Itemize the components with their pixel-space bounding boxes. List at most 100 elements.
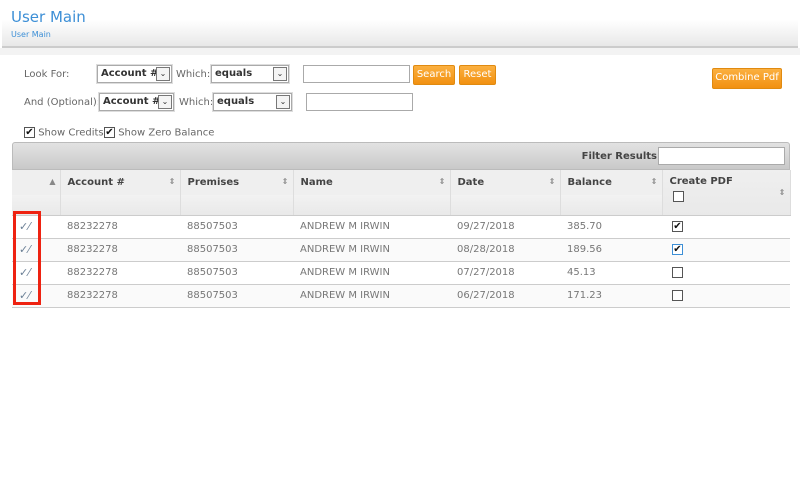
table-row[interactable]: ✓⁄ 88232278 88507503 ANDREW M IRWIN 08/2… xyxy=(12,238,790,262)
column-header-name[interactable]: Name ⇕ xyxy=(293,170,451,195)
view-document-icon[interactable]: ✓⁄ xyxy=(19,243,30,256)
balance-cell: 385.70 xyxy=(560,215,662,239)
chevron-down-icon: ⌄ xyxy=(276,95,290,109)
header-label: Premises xyxy=(187,177,240,188)
chevron-down-icon: ⌄ xyxy=(156,67,170,81)
premises-cell: 88507503 xyxy=(180,238,293,262)
create-pdf-cell xyxy=(662,261,790,285)
divider xyxy=(0,48,800,55)
show-zero-balance-option[interactable]: ✔ Show Zero Balance xyxy=(104,127,214,139)
show-credits-option[interactable]: ✔ Show Credits xyxy=(24,127,104,139)
create-pdf-checkbox[interactable]: ✔ xyxy=(672,220,683,232)
and-which-value: equals xyxy=(217,96,255,107)
name-cell: ANDREW M IRWIN xyxy=(293,238,450,262)
date-cell: 06/27/2018 xyxy=(450,284,560,308)
balance-cell: 189.56 xyxy=(560,238,662,262)
reset-button[interactable]: Reset xyxy=(459,65,496,85)
column-header-create-pdf[interactable]: Create PDF ⇕ xyxy=(662,170,791,216)
and-which-select[interactable]: equals ⌄ xyxy=(213,93,292,111)
view-cell[interactable]: ✓⁄ xyxy=(12,261,60,285)
look-for-select[interactable]: Account # ⌄ xyxy=(97,65,172,83)
premises-cell: 88507503 xyxy=(180,261,293,285)
filter-cell xyxy=(180,195,294,216)
account-cell: 88232278 xyxy=(60,261,180,285)
results-grid: Filter Results: ▲ Account # ⇕ Premises ⇕ N… xyxy=(12,142,791,308)
show-credits-label: Show Credits xyxy=(38,127,104,139)
balance-cell: 171.23 xyxy=(560,284,662,308)
premises-cell: 88507503 xyxy=(180,215,293,239)
name-cell: ANDREW M IRWIN xyxy=(293,284,450,308)
create-pdf-checkbox[interactable]: ✔ xyxy=(672,243,683,255)
filter-cell xyxy=(450,195,561,216)
account-cell: 88232278 xyxy=(60,284,180,308)
sort-asc-icon: ▲ xyxy=(49,177,56,186)
sort-icon: ⇕ xyxy=(438,177,446,186)
and-field-value: Account # xyxy=(103,96,161,107)
which-value: equals xyxy=(215,68,253,79)
name-cell: ANDREW M IRWIN xyxy=(293,261,450,285)
header-label: Date xyxy=(457,177,485,188)
and-optional-label: And (Optional): xyxy=(24,97,101,108)
create-pdf-cell xyxy=(662,284,790,308)
page-title: User Main xyxy=(11,8,86,26)
view-document-icon[interactable]: ✓⁄ xyxy=(19,266,30,279)
column-header-account[interactable]: Account # ⇕ xyxy=(60,170,181,195)
table-row[interactable]: ✓⁄ 88232278 88507503 ANDREW M IRWIN 06/2… xyxy=(12,284,790,308)
column-header-date[interactable]: Date ⇕ xyxy=(450,170,561,195)
chevron-down-icon: ⌄ xyxy=(273,67,287,81)
sort-icon: ⇕ xyxy=(650,177,658,186)
filter-cell xyxy=(60,195,181,216)
create-pdf-cell: ✔ xyxy=(662,238,790,262)
view-cell[interactable]: ✓⁄ xyxy=(12,284,60,308)
balance-cell: 45.13 xyxy=(560,261,662,285)
search-value-input[interactable] xyxy=(303,65,410,83)
date-cell: 09/27/2018 xyxy=(450,215,560,239)
create-pdf-cell: ✔ xyxy=(662,215,790,239)
view-document-icon[interactable]: ✓⁄ xyxy=(19,289,30,302)
show-zero-balance-checkbox[interactable]: ✔ xyxy=(104,127,115,138)
header-label: Name xyxy=(300,177,333,188)
date-cell: 07/27/2018 xyxy=(450,261,560,285)
sort-icon: ⇕ xyxy=(778,188,786,197)
and-value-input[interactable] xyxy=(306,93,413,111)
header-label: Account # xyxy=(67,177,125,188)
view-cell[interactable]: ✓⁄ xyxy=(12,215,60,239)
which-label: Which: xyxy=(176,69,211,80)
filter-cell xyxy=(12,195,61,216)
column-header-icon[interactable]: ▲ xyxy=(12,170,61,195)
account-cell: 88232278 xyxy=(60,215,180,239)
look-for-value: Account # xyxy=(101,68,159,79)
filter-results-input[interactable] xyxy=(658,147,785,165)
date-cell: 08/28/2018 xyxy=(450,238,560,262)
grid-toolbar: Filter Results: xyxy=(12,142,790,170)
search-button[interactable]: Search xyxy=(413,65,455,85)
column-header-balance[interactable]: Balance ⇕ xyxy=(560,170,663,195)
look-for-label: Look For: xyxy=(24,69,70,80)
and-field-select[interactable]: Account # ⌄ xyxy=(99,93,174,111)
sort-icon: ⇕ xyxy=(548,177,556,186)
select-all-pdf-checkbox[interactable] xyxy=(672,191,684,202)
premises-cell: 88507503 xyxy=(180,284,293,308)
account-cell: 88232278 xyxy=(60,238,180,262)
filter-cell xyxy=(560,195,663,216)
sort-icon: ⇕ xyxy=(168,177,176,186)
header-label: Create PDF xyxy=(669,176,733,187)
view-cell[interactable]: ✓⁄ xyxy=(12,238,60,262)
view-document-icon[interactable]: ✓⁄ xyxy=(19,220,30,233)
sort-icon: ⇕ xyxy=(281,177,289,186)
show-credits-checkbox[interactable]: ✔ xyxy=(24,127,35,138)
table-row[interactable]: ✓⁄ 88232278 88507503 ANDREW M IRWIN 07/2… xyxy=(12,261,790,285)
combine-pdf-button[interactable]: Combine Pdf xyxy=(712,68,782,89)
breadcrumb[interactable]: User Main xyxy=(11,30,51,39)
filter-cell xyxy=(293,195,451,216)
table-row[interactable]: ✓⁄ 88232278 88507503 ANDREW M IRWIN 09/2… xyxy=(12,215,790,239)
column-header-premises[interactable]: Premises ⇕ xyxy=(180,170,294,195)
filter-results-label: Filter Results: xyxy=(581,151,661,162)
create-pdf-checkbox[interactable] xyxy=(672,289,683,301)
results-table: ▲ Account # ⇕ Premises ⇕ Name ⇕ Date ⇕ Balan… xyxy=(12,170,791,308)
create-pdf-checkbox[interactable] xyxy=(672,266,683,278)
chevron-down-icon: ⌄ xyxy=(158,95,172,109)
which-select[interactable]: equals ⌄ xyxy=(211,65,289,83)
show-zero-balance-label: Show Zero Balance xyxy=(118,127,215,139)
page-header: User Main User Main xyxy=(2,2,798,48)
